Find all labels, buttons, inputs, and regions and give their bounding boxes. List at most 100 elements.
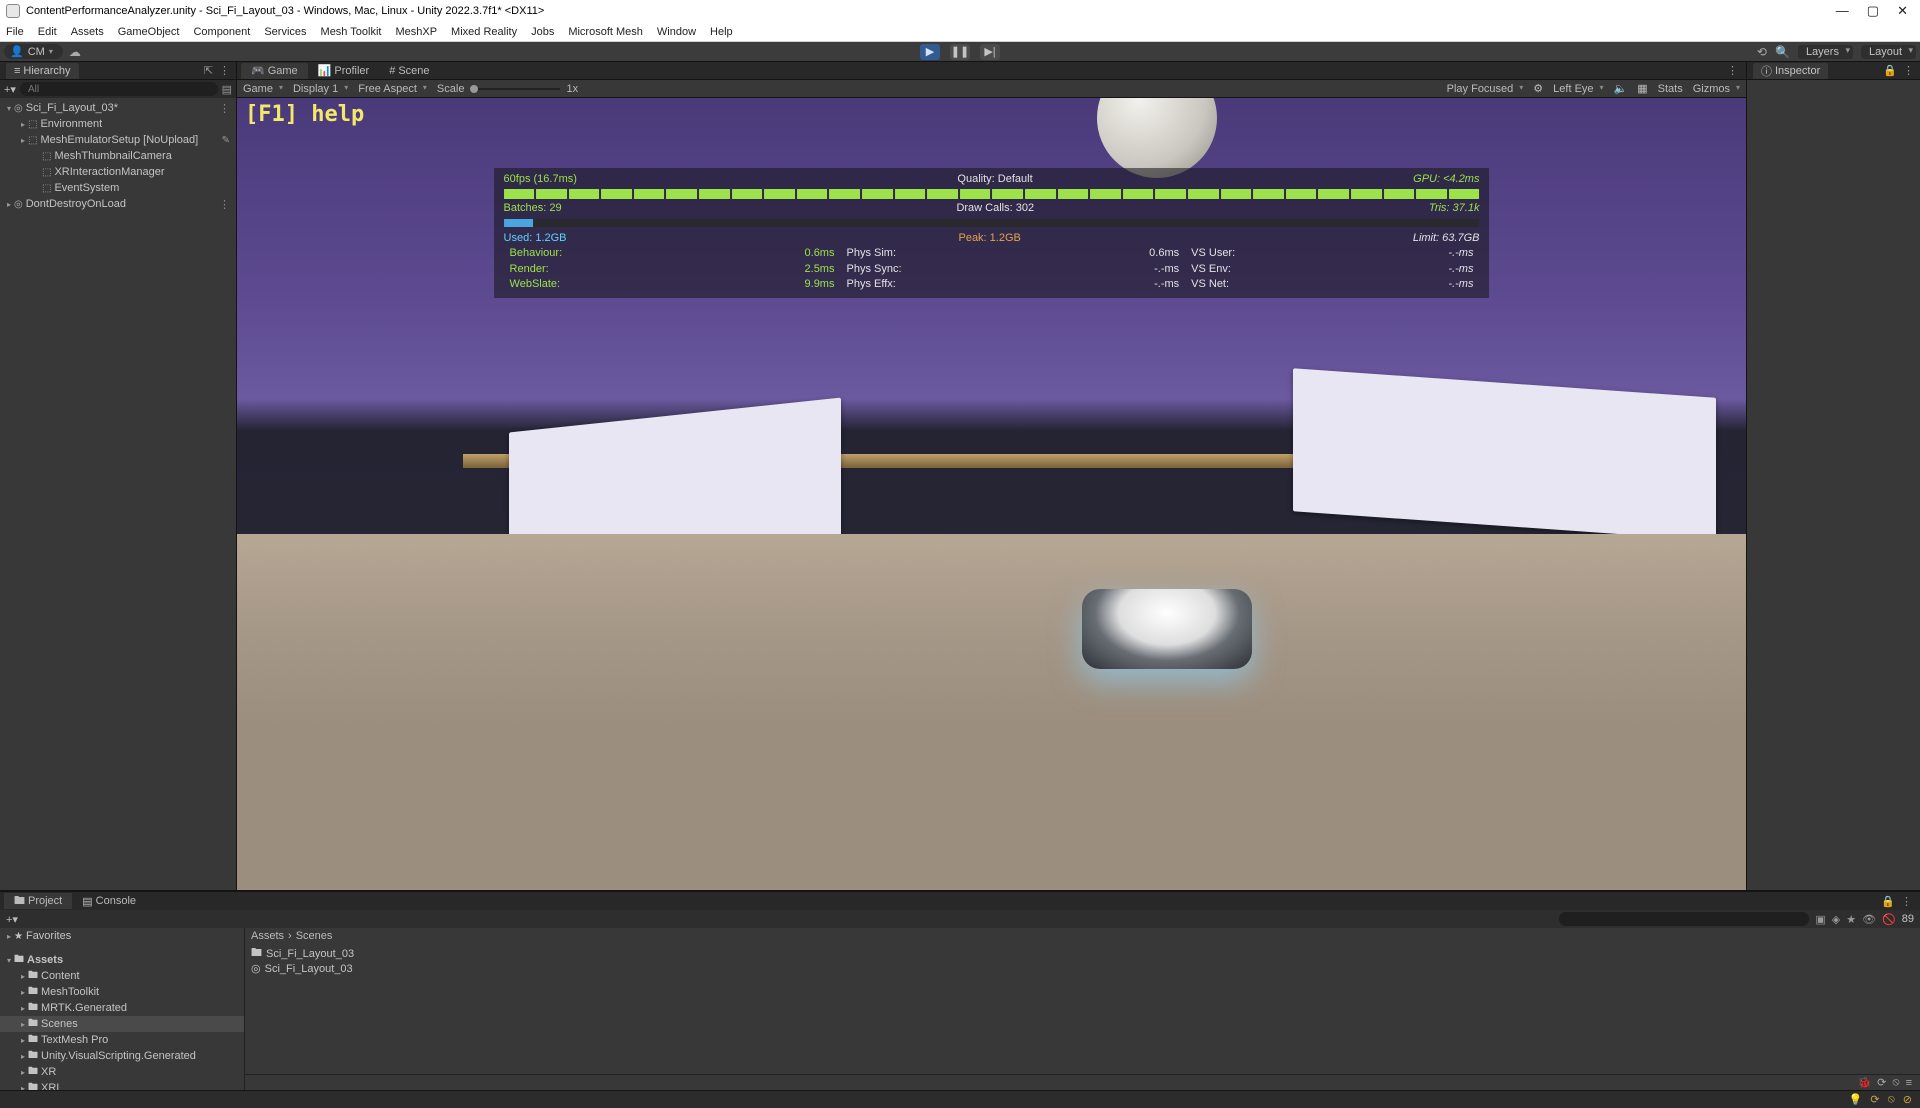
undo-history-icon[interactable]: ⟲ [1757,45,1767,59]
inspector-lock-icon[interactable]: 🔒 [1883,64,1897,77]
status-lightbulb-icon[interactable]: 💡 [1849,1093,1863,1106]
menu-assets[interactable]: Assets [71,26,104,38]
hierarchy-create-button[interactable]: +▾ [4,83,16,96]
refresh-icon[interactable]: ⟳ [1877,1076,1886,1089]
center-tabs: 🎮Game 📊Profiler #Scene ⋮ [237,62,1746,80]
status-block-icon[interactable]: ⦸ [1888,1093,1895,1106]
scale-slider[interactable] [470,88,560,90]
tab-scene[interactable]: #Scene [379,63,439,79]
search-by-label-icon[interactable]: ◈ [1832,913,1840,926]
assets-row[interactable]: ▾🖿 Assets [0,952,244,968]
cloud-icon[interactable]: ☁ [69,45,81,59]
menu-jobs[interactable]: Jobs [531,26,554,38]
project-menu-icon[interactable]: ⋮ [1901,895,1912,908]
tab-game[interactable]: 🎮Game [241,63,308,79]
step-button[interactable]: ▶| [980,44,1000,60]
hierarchy-item[interactable]: ⬚XRInteractionManager [0,164,236,180]
gear-icon[interactable]: ⚙ [1533,82,1543,95]
project-tree[interactable]: ▸★ Favorites ▾🖿 Assets ▸🖿Content▸🖿MeshTo… [0,928,245,1090]
search-by-type-icon[interactable]: ▣ [1815,913,1825,926]
eye-dropdown[interactable]: Left Eye [1553,83,1603,95]
hierarchy-popout-icon[interactable]: ⇱ [204,64,213,77]
layers-dropdown[interactable]: Layers [1798,45,1853,59]
crumb-0[interactable]: Assets [251,930,284,942]
hierarchy-item[interactable]: ▸⬚MeshEmulatorSetup [NoUpload]✎ [0,132,236,148]
status-sync-icon[interactable]: ⟳ [1870,1093,1879,1106]
menu-window[interactable]: Window [657,26,696,38]
menu-help[interactable]: Help [710,26,733,38]
breadcrumb[interactable]: Assets › Scenes [245,928,1920,944]
menu-component[interactable]: Component [193,26,250,38]
project-folder[interactable]: ▸🖿TextMesh Pro [0,1032,244,1048]
project-lock-icon[interactable]: 🔒 [1881,895,1895,908]
hierarchy-menu-icon[interactable]: ⋮ [219,64,230,77]
save-search-icon[interactable]: ★ [1846,913,1856,926]
account-dropdown[interactable]: 👤 CM ▾ [4,44,63,59]
tab-console[interactable]: ▤Console [72,893,146,909]
window-titlebar: ContentPerformanceAnalyzer.unity - Sci_F… [0,0,1920,22]
inspector-menu-icon[interactable]: ⋮ [1903,64,1914,77]
window-minimize-button[interactable]: — [1836,3,1849,19]
aspect-dropdown[interactable]: Free Aspect [358,83,427,95]
row-menu-icon[interactable]: ⋮ [219,102,230,115]
menu-mesh-toolkit[interactable]: Mesh Toolkit [321,26,382,38]
project-asset[interactable]: 🖿Sci_Fi_Layout_03 [251,946,1914,961]
list-mode-icon[interactable]: ≡ [1906,1077,1912,1089]
center-tabs-menu-icon[interactable]: ⋮ [1723,64,1742,77]
hierarchy-item[interactable]: ⬚EventSystem [0,180,236,196]
project-folder[interactable]: ▸🖿Scenes [0,1016,244,1032]
game-mode-dropdown[interactable]: Game [243,83,283,95]
crumb-1[interactable]: Scenes [296,930,333,942]
project-folder[interactable]: ▸🖿MRTK.Generated [0,1000,244,1016]
menu-file[interactable]: File [6,26,24,38]
hierarchy-tab[interactable]: ≡ Hierarchy [6,63,79,79]
menu-meshxp[interactable]: MeshXP [395,26,437,38]
project-item-list[interactable]: 🖿Sci_Fi_Layout_03◎Sci_Fi_Layout_03 [245,944,1920,978]
hierarchy-search-input[interactable] [20,82,218,96]
project-folder[interactable]: ▸🖿XR [0,1064,244,1080]
display-dropdown[interactable]: Display 1 [293,83,348,95]
project-search-input[interactable] [1559,912,1809,926]
hierarchy-search-filter-icon[interactable]: ▤ [222,83,232,96]
menu-mixed-reality[interactable]: Mixed Reality [451,26,517,38]
project-folder[interactable]: ▸🖿XRI [0,1080,244,1090]
menu-services[interactable]: Services [264,26,306,38]
stats-button[interactable]: Stats [1658,83,1683,95]
project-folder[interactable]: ▸🖿Unity.VisualScripting.Generated [0,1048,244,1064]
search-icon[interactable]: 🔍 [1775,45,1790,59]
tab-project[interactable]: 🖿Project [4,893,72,909]
project-thumbnail-slider[interactable]: 🐞 ⟳ ⦸ ≡ [245,1074,1920,1090]
inspector-tab[interactable]: ⓘ Inspector [1753,63,1828,79]
mute-icon[interactable]: 🔈 [1614,82,1628,95]
pause-button[interactable]: ❚❚ [950,44,970,60]
row-menu-icon[interactable]: ⋮ [219,198,230,211]
favorites-row[interactable]: ▸★ Favorites [0,928,244,944]
layout-dropdown[interactable]: Layout [1861,45,1916,59]
hierarchy-item[interactable]: ▸⬚Environment [0,116,236,132]
bug-icon[interactable]: 🐞 [1857,1076,1871,1089]
status-cancel-icon[interactable]: ⊘ [1903,1093,1912,1106]
hidden-packages-icon[interactable]: 👁 [1862,913,1876,926]
menu-gameobject[interactable]: GameObject [118,26,180,38]
hierarchy-item[interactable]: ▸◎DontDestroyOnLoad⋮ [0,196,236,212]
menu-edit[interactable]: Edit [38,26,57,38]
window-close-button[interactable]: ✕ [1897,3,1908,19]
project-asset[interactable]: ◎Sci_Fi_Layout_03 [251,961,1914,976]
project-create-button[interactable]: +▾ [6,913,18,926]
visibility-icon[interactable]: ⦸ [1892,1076,1899,1089]
menu-microsoft-mesh[interactable]: Microsoft Mesh [568,26,643,38]
play-focused-dropdown[interactable]: Play Focused [1447,83,1524,95]
hierarchy-tree[interactable]: ▾◎Sci_Fi_Layout_03*⋮▸⬚Environment▸⬚MeshE… [0,98,236,890]
hierarchy-item[interactable]: ▾◎Sci_Fi_Layout_03*⋮ [0,100,236,116]
game-view[interactable]: [F1] help 60fps (16.7ms) Quality: Defaul… [237,98,1746,890]
gizmos-dropdown[interactable]: Gizmos [1693,83,1740,95]
tab-profiler[interactable]: 📊Profiler [308,63,380,79]
window-maximize-button[interactable]: ▢ [1867,3,1879,19]
hierarchy-item-label: Sci_Fi_Layout_03* [26,102,118,114]
account-icon: 👤 [10,45,24,58]
vr-icon[interactable]: ▦ [1637,82,1647,95]
project-folder[interactable]: ▸🖿Content [0,968,244,984]
play-button[interactable]: ▶ [920,44,940,60]
hierarchy-item[interactable]: ⬚MeshThumbnailCamera [0,148,236,164]
project-folder[interactable]: ▸🖿MeshToolkit [0,984,244,1000]
